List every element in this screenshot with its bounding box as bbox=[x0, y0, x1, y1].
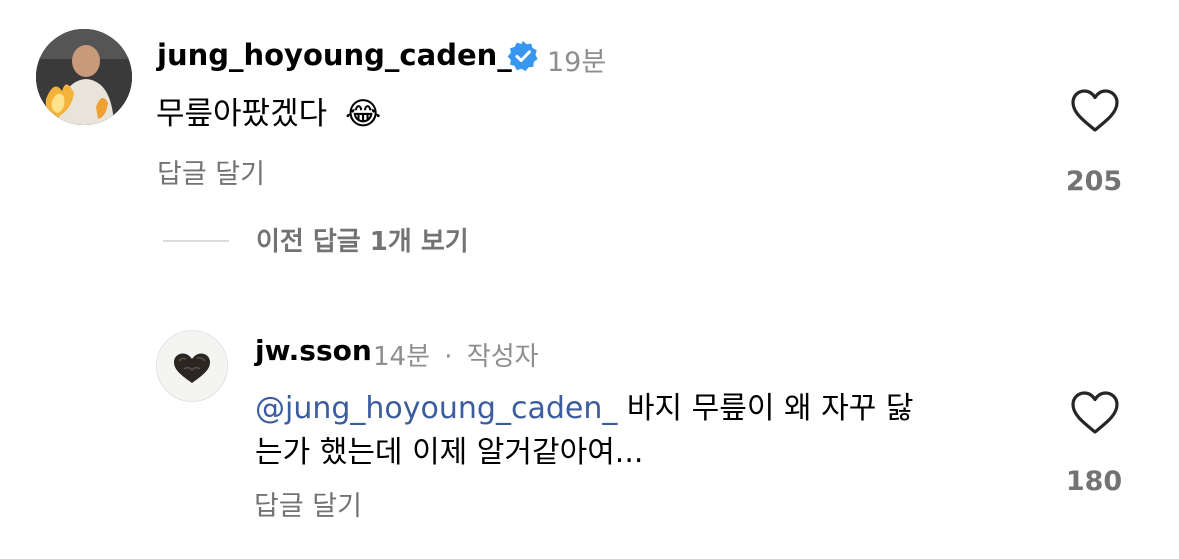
reply-button[interactable]: 답글 달기 bbox=[157, 152, 265, 191]
like-count: 205 bbox=[1065, 166, 1123, 197]
mention-link[interactable]: @jung_hoyoung_caden_ bbox=[255, 391, 617, 426]
meta-separator: · bbox=[444, 342, 453, 372]
author-badge: 작성자 bbox=[466, 342, 539, 372]
laughing-emoji: 😂 bbox=[344, 96, 382, 132]
comment-username[interactable]: jung_hoyoung_caden_ bbox=[157, 38, 512, 72]
avatar-jung-hoyoung-caden[interactable] bbox=[36, 29, 132, 125]
reply-body-line-2: 는가 했는데 이제 알거같아여... bbox=[255, 435, 644, 470]
avatar-jw-sson[interactable] bbox=[156, 330, 228, 402]
like-count: 180 bbox=[1065, 466, 1123, 497]
reply-text-line-1: @jung_hoyoung_caden_ 바지 무릎이 왜 자꾸 닳 bbox=[255, 383, 913, 427]
reply-meta: 14분 · 작성자 bbox=[373, 336, 539, 373]
reply-body-line-1: 바지 무릎이 왜 자꾸 닳 bbox=[617, 391, 914, 426]
reply-button[interactable]: 답글 달기 bbox=[254, 484, 362, 523]
verified-badge-icon bbox=[507, 40, 539, 72]
reply-username[interactable]: jw.sson bbox=[255, 334, 372, 367]
view-previous-replies-button[interactable]: 이전 답글 1개 보기 bbox=[256, 221, 469, 258]
thread-divider bbox=[163, 240, 229, 242]
comment-text: 무릎아팠겠다 😂 bbox=[156, 88, 381, 133]
comment-timestamp: 19분 bbox=[547, 47, 607, 78]
avatar-photo bbox=[157, 331, 227, 401]
reply-timestamp: 14분 bbox=[373, 342, 431, 372]
heart-outline-icon[interactable] bbox=[1070, 390, 1120, 436]
comment-body: 무릎아팠겠다 bbox=[156, 96, 328, 132]
avatar-photo bbox=[36, 29, 132, 125]
heart-outline-icon[interactable] bbox=[1070, 88, 1120, 134]
